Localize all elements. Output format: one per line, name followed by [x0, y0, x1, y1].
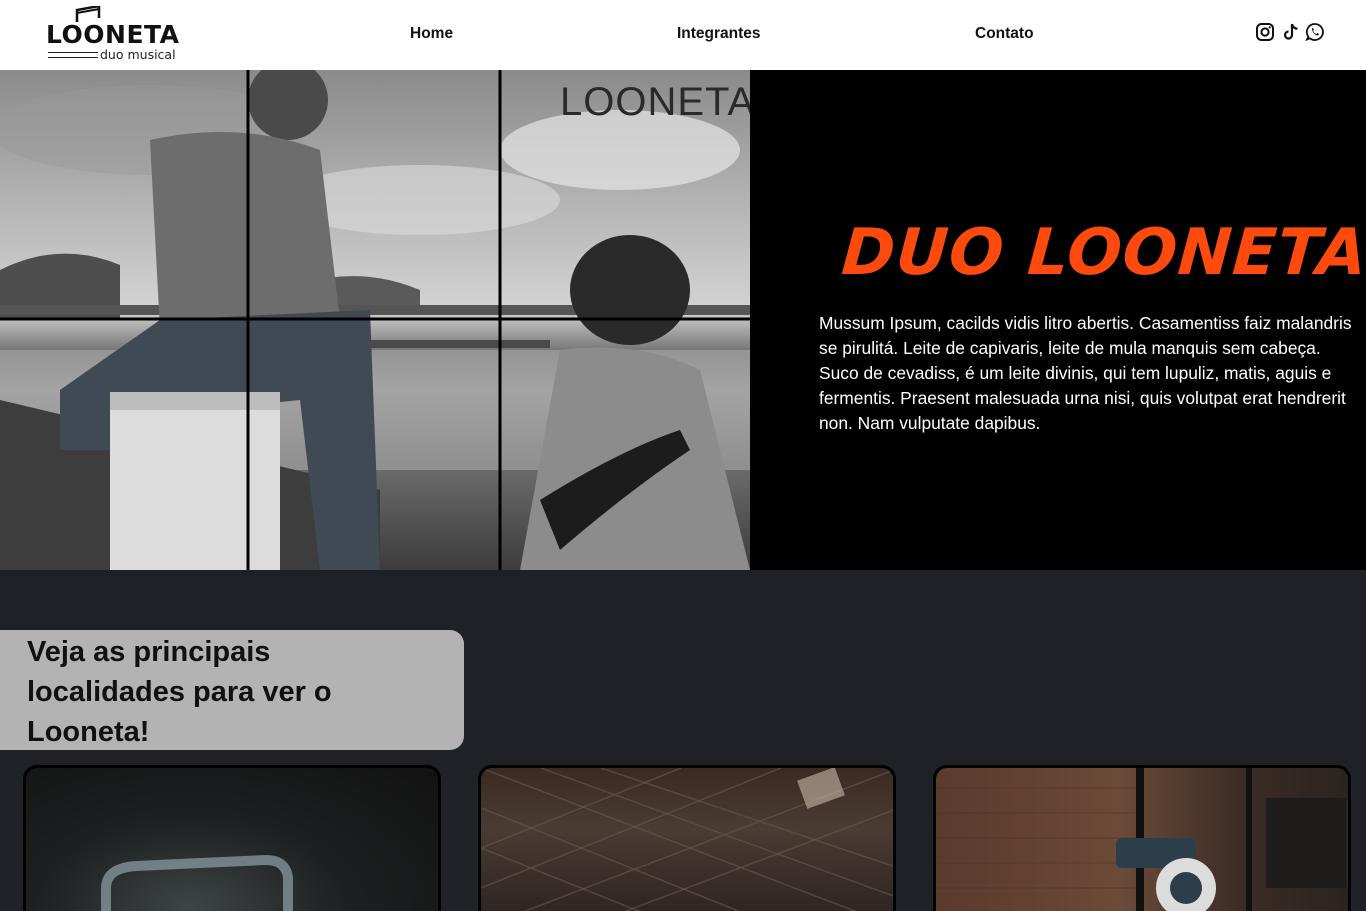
whatsapp-icon[interactable]	[1305, 22, 1325, 42]
hero-title: DUO LOONETA	[839, 216, 1366, 290]
logo-wordmark: LOONETA	[46, 20, 180, 49]
location-photo-2	[481, 768, 893, 911]
logo-lines	[48, 52, 98, 58]
band-photo-illustration	[0, 70, 750, 570]
nav-link-contato[interactable]: Contato	[975, 25, 1034, 43]
tiktok-icon[interactable]	[1281, 22, 1301, 42]
navbar: LOONETA duo musical Home Integrantes Con…	[0, 0, 1366, 70]
logo-subtitle: duo musical	[100, 47, 176, 62]
location-photo-1	[101, 854, 293, 911]
photo-watermark: LOONETA	[560, 80, 750, 124]
nav-link-integrantes[interactable]: Integrantes	[677, 25, 761, 43]
site-logo[interactable]: LOONETA duo musical	[46, 6, 181, 64]
location-photo-3	[936, 768, 1346, 911]
location-card-3[interactable]	[933, 765, 1351, 911]
band-photo: LOONETA	[0, 70, 750, 570]
hero-section: LOONETA DUO LOONETA Mussum Ipsum, cacild…	[0, 70, 1366, 570]
instagram-icon[interactable]	[1255, 22, 1275, 42]
nav-link-home[interactable]: Home	[410, 25, 453, 43]
location-card-2[interactable]	[478, 765, 896, 911]
location-card-1[interactable]	[23, 765, 441, 911]
hero-description: Mussum Ipsum, cacilds vidis litro aberti…	[819, 313, 1352, 433]
locations-heading: Veja as principais localidades para ver …	[27, 636, 332, 748]
